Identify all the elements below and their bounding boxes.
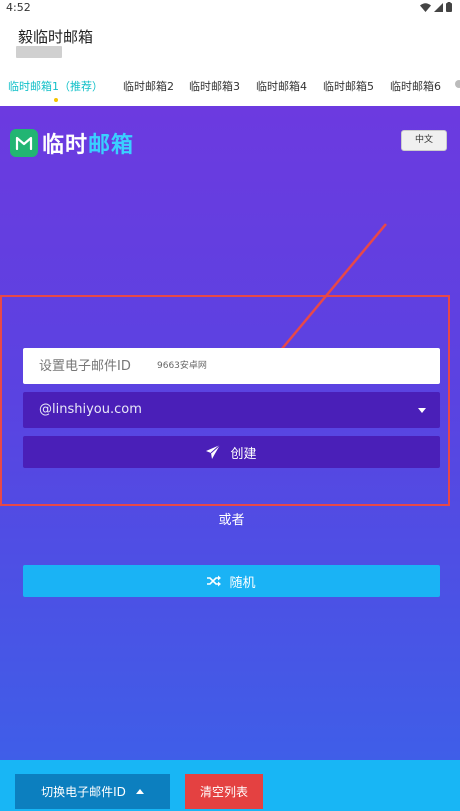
- domain-select-value: @linshiyou.com: [39, 402, 142, 417]
- footer-bar: 切换电子邮件ID 清空列表: [0, 760, 460, 811]
- more-tabs-indicator[interactable]: [455, 80, 460, 88]
- caret-up-icon: [135, 789, 144, 794]
- app-header: 毅临时邮箱: [0, 16, 460, 66]
- signal-icon: [434, 2, 443, 12]
- send-icon: [206, 445, 221, 459]
- domain-select[interactable]: @linshiyou.com: [23, 392, 440, 428]
- status-icons: [420, 2, 452, 12]
- language-button[interactable]: 中文: [401, 130, 447, 151]
- tab-mailbox-6[interactable]: 临时邮箱6: [390, 78, 441, 94]
- dropdown-caret-icon: [418, 408, 426, 413]
- logo: 临时邮箱: [10, 127, 134, 159]
- mail-logo-icon: [10, 129, 38, 157]
- battery-icon: [446, 2, 452, 12]
- tab-mailbox-4[interactable]: 临时邮箱4: [256, 78, 307, 94]
- shuffle-icon: [207, 575, 222, 587]
- create-button[interactable]: 创建: [23, 436, 440, 468]
- switch-email-id-button[interactable]: 切换电子邮件ID: [15, 774, 170, 809]
- status-bar: 4:52: [0, 0, 460, 16]
- switch-email-id-label: 切换电子邮件ID: [41, 785, 126, 799]
- status-time: 4:52: [6, 1, 31, 14]
- logo-text-white: 临时: [42, 133, 89, 158]
- create-button-label: 创建: [230, 446, 257, 462]
- app-subtitle-redacted: [16, 46, 62, 58]
- wifi-icon: [420, 2, 431, 12]
- clear-list-button[interactable]: 清空列表: [185, 774, 263, 809]
- logo-text: 临时邮箱: [42, 127, 134, 159]
- tab-mailbox-1[interactable]: 临时邮箱1（推荐）: [8, 78, 103, 94]
- tab-mailbox-5[interactable]: 临时邮箱5: [323, 78, 374, 94]
- email-id-input[interactable]: [23, 348, 440, 384]
- main-panel: 临时邮箱 中文 9663安卓网 @linshiyou.com 创建 或者 随机: [0, 106, 460, 760]
- random-button-label: 随机: [229, 575, 256, 591]
- tab-mailbox-3[interactable]: 临时邮箱3: [189, 78, 240, 94]
- tab-mailbox-2[interactable]: 临时邮箱2: [123, 78, 174, 94]
- active-tab-indicator: [54, 98, 58, 102]
- mailbox-tabs: 临时邮箱1（推荐） 临时邮箱2 临时邮箱3 临时邮箱4 临时邮箱5 临时邮箱6: [0, 66, 460, 106]
- random-button[interactable]: 随机: [23, 565, 440, 597]
- logo-text-cyan: 邮箱: [88, 133, 135, 158]
- app-title: 毅临时邮箱: [18, 28, 94, 46]
- or-divider-text: 或者: [218, 513, 245, 528]
